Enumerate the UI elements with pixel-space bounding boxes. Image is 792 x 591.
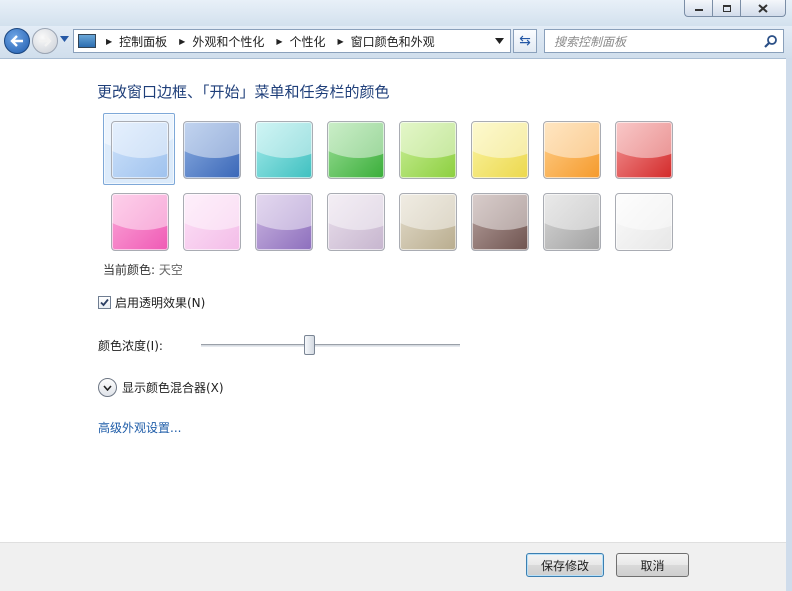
chevron-right-icon[interactable]: ▶ (338, 37, 344, 46)
forward-button[interactable] (32, 28, 58, 54)
chevron-down-icon (103, 384, 112, 391)
search-icon[interactable] (764, 34, 778, 48)
current-color-text: 当前颜色: 天空 (103, 261, 183, 278)
color-swatch[interactable] (111, 193, 169, 251)
intensity-label: 颜色浓度(I): (98, 339, 163, 353)
checkmark-icon (100, 298, 109, 307)
content-pane: 更改窗口边框、「开始」菜单和任务栏的颜色 当前颜色: 天空 启用透明效果(N) … (0, 58, 786, 542)
current-color-value: 天空 (158, 263, 183, 277)
color-swatch[interactable] (471, 121, 529, 179)
chevron-right-icon[interactable]: ▶ (179, 37, 185, 46)
refresh-button[interactable]: ⇆ (513, 29, 537, 53)
breadcrumb-item[interactable]: 窗口颜色和外观 (351, 33, 435, 50)
color-swatch[interactable] (255, 193, 313, 251)
close-icon (758, 3, 768, 13)
maximize-icon (722, 4, 731, 12)
color-swatch[interactable] (183, 121, 241, 179)
color-swatch[interactable] (399, 193, 457, 251)
window-border (786, 58, 792, 591)
maximize-button[interactable] (712, 0, 740, 17)
page-title: 更改窗口边框、「开始」菜单和任务栏的颜色 (97, 83, 390, 101)
intensity-slider-thumb[interactable] (304, 335, 315, 355)
color-swatch[interactable] (111, 121, 169, 179)
search-input[interactable]: 搜索控制面板 (544, 29, 784, 53)
breadcrumb-item[interactable]: 个性化 (290, 33, 326, 50)
refresh-icon: ⇆ (519, 33, 531, 49)
footer-bar: 保存修改 取消 (0, 542, 786, 591)
color-swatch[interactable] (399, 121, 457, 179)
color-swatch[interactable] (327, 121, 385, 179)
minimize-icon (694, 9, 703, 11)
history-dropdown-icon[interactable] (60, 36, 69, 42)
navigation-bar: ▶ 控制面板 ▶ 外观和个性化 ▶ 个性化 ▶ 窗口颜色和外观 ⇆ 搜索控制面板 (0, 26, 792, 58)
breadcrumb-item[interactable]: 控制面板 (119, 33, 167, 50)
color-swatch[interactable] (255, 121, 313, 179)
color-mixer-toggle[interactable]: 显示颜色混合器(X) (98, 378, 224, 397)
color-swatch[interactable] (183, 193, 241, 251)
chevron-right-icon[interactable]: ▶ (106, 37, 112, 46)
back-button[interactable] (4, 28, 30, 54)
color-swatch[interactable] (327, 193, 385, 251)
intensity-slider-track[interactable] (201, 344, 460, 347)
cancel-button[interactable]: 取消 (616, 553, 689, 577)
title-bar (0, 0, 792, 26)
advanced-appearance-link[interactable]: 高级外观设置... (98, 419, 181, 436)
control-panel-icon (78, 34, 96, 48)
color-mixer-label[interactable]: 显示颜色混合器(X) (122, 379, 224, 396)
transparency-checkbox[interactable] (98, 296, 111, 309)
color-swatch[interactable] (615, 193, 673, 251)
arrow-left-icon (10, 35, 23, 47)
color-swatch[interactable] (471, 193, 529, 251)
minimize-button[interactable] (684, 0, 712, 17)
window-controls (684, 0, 786, 17)
chevron-right-icon[interactable]: ▶ (276, 37, 282, 46)
search-placeholder: 搜索控制面板 (554, 34, 627, 49)
address-bar[interactable]: ▶ 控制面板 ▶ 外观和个性化 ▶ 个性化 ▶ 窗口颜色和外观 (73, 29, 511, 53)
save-changes-button[interactable]: 保存修改 (526, 553, 604, 577)
transparency-label[interactable]: 启用透明效果(N) (115, 294, 205, 311)
close-button[interactable] (740, 0, 786, 17)
expand-button[interactable] (98, 378, 117, 397)
color-swatch[interactable] (543, 121, 601, 179)
breadcrumb-item[interactable]: 外观和个性化 (192, 33, 264, 50)
transparency-option[interactable]: 启用透明效果(N) (98, 294, 205, 311)
color-swatch[interactable] (543, 193, 601, 251)
address-dropdown-icon[interactable] (495, 38, 504, 44)
color-swatch[interactable] (615, 121, 673, 179)
arrow-right-icon (39, 35, 52, 47)
current-color-label: 当前颜色: (103, 263, 156, 277)
